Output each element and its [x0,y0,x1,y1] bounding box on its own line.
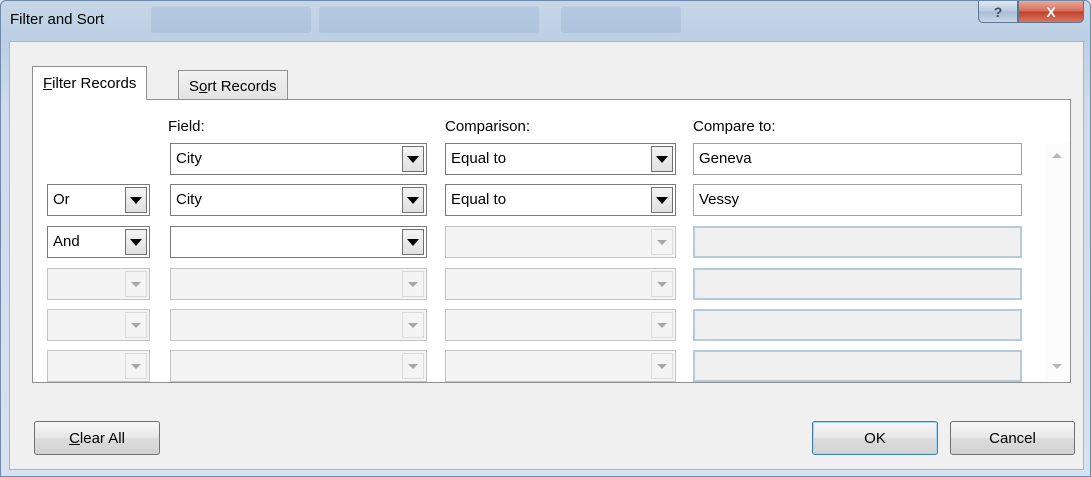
tab-filter-records[interactable]: Filter Records [32,66,148,100]
field-dropdown[interactable] [170,226,427,258]
scroll-up-arrow-icon[interactable] [1052,153,1062,158]
filter-sort-dialog: Filter and Sort ? X Filter Records So rt … [0,0,1091,477]
field-value: City [176,150,202,167]
comparison-value: Equal to [451,150,507,167]
field-value: City [176,191,202,208]
logic-value: Or [53,191,70,208]
chevron-down-icon[interactable] [125,187,147,213]
chevron-down-icon[interactable] [651,187,673,213]
help-icon: ? [993,3,1003,20]
chevron-down-icon [651,271,673,297]
field-dropdown [170,350,427,382]
tab-label-prefix: S [189,77,200,95]
window-title: Filter and Sort [10,11,105,28]
chevron-down-icon[interactable] [651,146,673,172]
compare-to-value: Geneva [699,150,752,167]
comparison-dropdown[interactable]: Equal to [445,143,676,175]
access-key: o [199,77,208,95]
comparison-dropdown [445,226,676,258]
scroll-down-arrow-icon[interactable] [1052,364,1062,369]
field-dropdown[interactable]: City [170,184,427,216]
close-icon: X [1046,3,1056,20]
chevron-down-icon [651,353,673,379]
chevron-down-icon[interactable] [402,229,424,255]
compare-to-input [693,350,1022,382]
chevron-down-icon[interactable] [402,146,424,172]
tab-label: rt Records [207,77,277,95]
field-header: Field: [168,118,205,135]
compare-to-input[interactable]: Vessy [693,184,1022,216]
compare-to-input [693,226,1022,258]
field-dropdown [170,309,427,341]
logic-dropdown [47,309,150,341]
logic-dropdown [47,268,150,300]
logic-value: And [53,233,80,250]
chevron-down-icon [651,229,673,255]
field-dropdown[interactable]: City [170,143,427,175]
chevron-down-icon [125,312,147,338]
chevron-down-icon [402,353,424,379]
tab-sort-records[interactable]: So rt Records [178,70,288,101]
comparison-dropdown[interactable]: Equal to [445,184,676,216]
comparison-dropdown [445,309,676,341]
compare-to-header: Compare to: [693,118,776,135]
comparison-dropdown [445,268,676,300]
cancel-label: Cancel [989,429,1036,447]
help-button[interactable]: ? [978,1,1018,23]
logic-dropdown[interactable]: And [47,226,150,258]
tab-label: ilter Records [52,75,137,92]
clear-all-label: lear All [79,429,125,447]
background-blur [561,7,681,33]
access-key: C [69,429,80,447]
compare-to-input [693,309,1022,341]
comparison-dropdown [445,350,676,382]
comparison-value: Equal to [451,191,507,208]
background-blur [319,7,539,33]
ok-label: OK [864,429,886,447]
chevron-down-icon [651,312,673,338]
background-blur [151,7,311,33]
compare-to-input[interactable]: Geneva [693,143,1022,175]
chevron-down-icon [402,271,424,297]
chevron-down-icon [125,271,147,297]
cancel-button[interactable]: Cancel [950,421,1075,455]
chevron-down-icon [125,353,147,379]
logic-dropdown[interactable]: Or [47,184,150,216]
comparison-header: Comparison: [445,118,531,135]
close-button[interactable]: X [1018,1,1084,23]
logic-dropdown [47,350,150,382]
chevron-down-icon[interactable] [402,187,424,213]
title-bar: Filter and Sort ? X [1,1,1090,41]
vertical-scrollbar[interactable] [1045,143,1069,381]
chevron-down-icon [402,312,424,338]
access-key: F [43,75,53,92]
compare-to-value: Vessy [699,191,740,208]
dialog-body: Filter Records So rt Records Field: Compa… [9,41,1084,470]
clear-all-button[interactable]: Clear All [34,421,160,455]
compare-to-input [693,268,1022,300]
field-dropdown [170,268,427,300]
ok-button[interactable]: OK [812,421,938,455]
chevron-down-icon[interactable] [125,229,147,255]
